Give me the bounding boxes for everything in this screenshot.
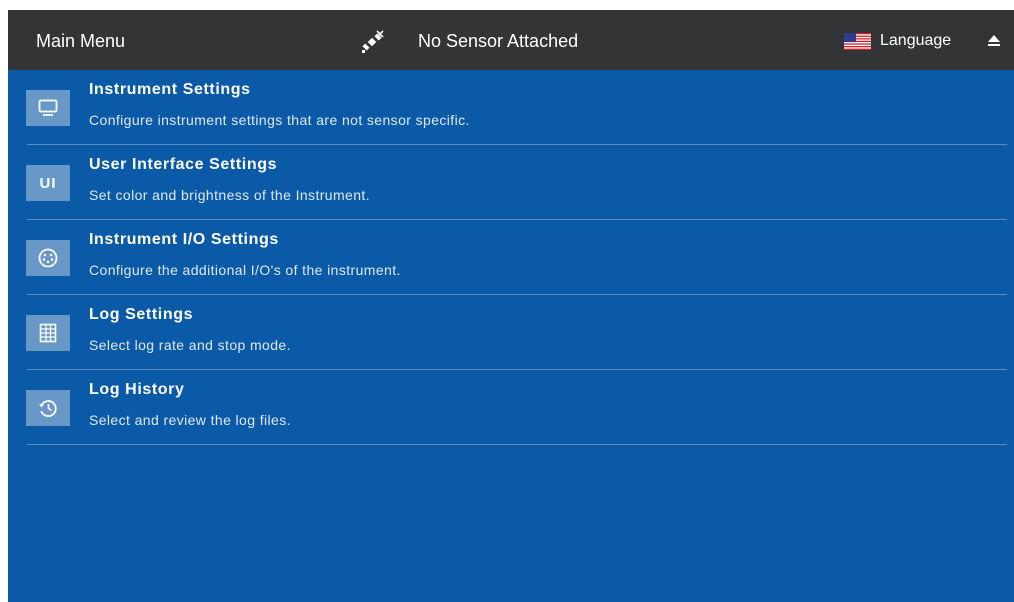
menu-item-description: Select and review the log files. — [89, 412, 291, 428]
menu-item-title: Instrument I/O Settings — [89, 231, 279, 248]
history-clock-icon — [26, 390, 70, 426]
menu-item-instrument-settings[interactable]: Instrument Settings Configure instrument… — [8, 70, 1014, 145]
page-title: Main Menu — [36, 31, 126, 51]
ui-icon: UI — [26, 165, 70, 201]
language-button[interactable]: Language — [844, 23, 972, 59]
language-label: Language — [880, 32, 952, 49]
menu-item-title: User Interface Settings — [89, 156, 278, 173]
menu-item-log-history[interactable]: Log History Select and review the log fi… — [8, 370, 1014, 445]
main-menu-list: Instrument Settings Configure instrument… — [8, 70, 1014, 445]
menu-item-description: Configure instrument settings that are n… — [89, 112, 470, 128]
ui-icon-text: UI — [39, 174, 57, 192]
menu-item-user-interface-settings[interactable]: UI User Interface Settings Set color and… — [8, 145, 1014, 220]
top-bar: Main Menu No Sensor Attached Language — [8, 10, 1014, 70]
menu-item-description: Configure the additional I/O's of the in… — [89, 262, 401, 278]
connector-port-icon — [26, 240, 70, 276]
sensor-status: No Sensor Attached — [418, 31, 579, 51]
monitor-icon — [26, 90, 70, 126]
eject-icon[interactable] — [986, 32, 1002, 48]
menu-item-title: Instrument Settings — [89, 81, 251, 98]
satellite-disconnected-icon — [362, 30, 384, 53]
menu-item-title: Log Settings — [89, 306, 194, 323]
menu-item-instrument-io-settings[interactable]: Instrument I/O Settings Configure the ad… — [8, 220, 1014, 295]
menu-item-description: Set color and brightness of the Instrume… — [89, 187, 371, 203]
app-window: Main Menu No Sensor Attached Language In… — [8, 10, 1014, 602]
menu-item-title: Log History — [89, 381, 185, 398]
divider — [27, 444, 1007, 445]
log-grid-icon — [26, 315, 70, 351]
menu-item-log-settings[interactable]: Log Settings Select log rate and stop mo… — [8, 295, 1014, 370]
menu-item-description: Select log rate and stop mode. — [89, 337, 291, 353]
us-flag-icon — [844, 32, 871, 50]
